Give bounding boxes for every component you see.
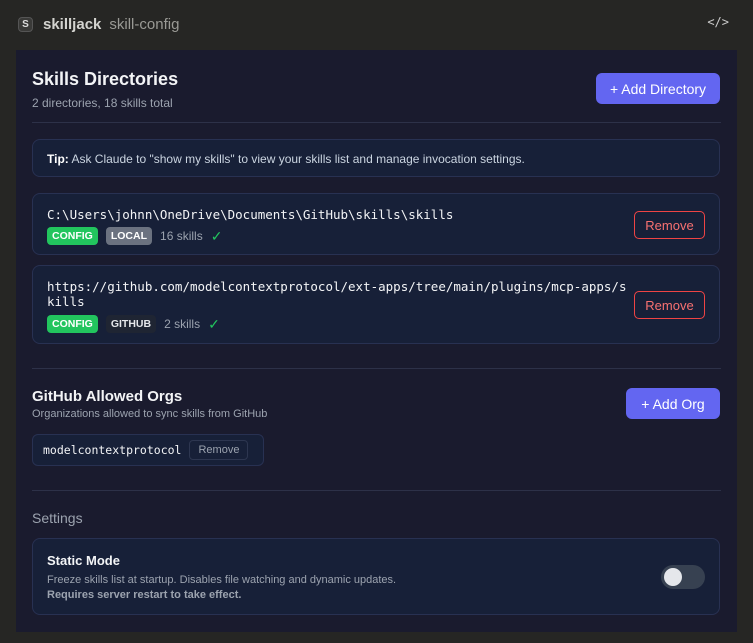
divider [32, 368, 721, 369]
orgs-description: Organizations allowed to sync skills fro… [32, 408, 268, 420]
directory-card: https://github.com/modelcontextprotocol/… [32, 265, 720, 344]
add-org-button[interactable]: + Add Org [626, 388, 720, 419]
main-panel: Skills Directories 2 directories, 18 ski… [16, 50, 737, 632]
config-badge: CONFIG [47, 315, 98, 333]
skill-count: 16 skills [160, 229, 203, 243]
source-badge: GITHUB [105, 315, 157, 333]
remove-directory-button[interactable]: Remove [634, 211, 705, 239]
skill-count: 2 skills [164, 317, 201, 331]
code-icon[interactable]: </> [707, 15, 729, 29]
static-mode-warning: Requires server restart to take effect. [47, 589, 242, 601]
top-bar: S skilljack skill-config </> [0, 0, 753, 48]
divider [32, 122, 721, 123]
divider [32, 490, 721, 491]
tip-label: Tip: [47, 152, 69, 166]
add-directory-button[interactable]: + Add Directory [596, 73, 720, 104]
app-logo: S [18, 16, 33, 32]
remove-directory-button[interactable]: Remove [634, 291, 705, 319]
org-item: modelcontextprotocol Remove [32, 434, 264, 466]
directory-path: C:\Users\johnn\OneDrive\Documents\GitHub… [47, 207, 454, 222]
tip-text: Ask Claude to "show my skills" to view y… [68, 152, 525, 166]
check-icon: ✓ [210, 227, 223, 244]
org-name: modelcontextprotocol [43, 443, 182, 457]
static-mode-toggle[interactable] [661, 565, 705, 589]
settings-title: Settings [32, 510, 83, 526]
directory-path: https://github.com/modelcontextprotocol/… [47, 279, 627, 309]
check-icon: ✓ [208, 315, 220, 332]
static-mode-label: Static Mode [47, 553, 120, 568]
directory-card: C:\Users\johnn\OneDrive\Documents\GitHub… [32, 193, 720, 255]
page-title: Skills Directories [32, 69, 179, 89]
toggle-knob [664, 568, 682, 586]
app-name: skilljack [43, 15, 102, 33]
source-badge: LOCAL [105, 227, 153, 245]
orgs-title: GitHub Allowed Orgs [32, 388, 183, 405]
config-badge: CONFIG [47, 227, 98, 245]
remove-org-button[interactable]: Remove [189, 440, 249, 460]
static-mode-card: Static Mode Freeze skills list at startu… [32, 538, 720, 615]
directories-summary: 2 directories, 18 skills total [32, 96, 173, 110]
page-name: skill-config [109, 15, 180, 33]
tip-box: Tip: Ask Claude to "show my skills" to v… [32, 139, 720, 177]
static-mode-desc: Freeze skills list at startup. Disables … [47, 574, 397, 586]
